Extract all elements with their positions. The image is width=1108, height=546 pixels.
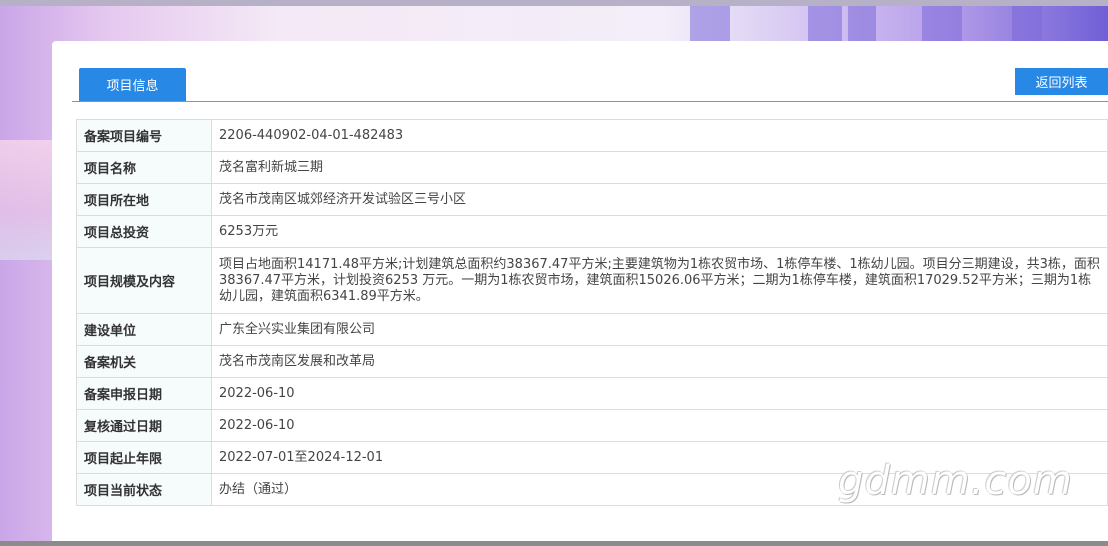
field-label: 备案项目编号 — [76, 119, 212, 152]
field-label: 项目起止年限 — [76, 441, 212, 474]
city-skyline-graphic — [1012, 6, 1042, 42]
field-value: 2022-06-10 — [211, 377, 1108, 410]
table-row: 项目规模及内容 项目占地面积14171.48平方米;计划建筑总面积约38367.… — [76, 247, 1108, 314]
city-skyline-graphic — [808, 6, 842, 42]
field-label: 项目规模及内容 — [76, 247, 212, 314]
field-label: 备案申报日期 — [76, 377, 212, 410]
city-skyline-graphic — [848, 6, 876, 42]
project-info-table: 备案项目编号 2206-440902-04-01-482483 项目名称 茂名富… — [76, 119, 1108, 506]
field-value: 茂名富利新城三期 — [211, 151, 1108, 184]
table-row: 备案申报日期 2022-06-10 — [76, 377, 1108, 410]
field-value: 2022-06-10 — [211, 409, 1108, 442]
field-value: 项目占地面积14171.48平方米;计划建筑总面积约38367.47平方米;主要… — [211, 247, 1108, 314]
table-row: 建设单位 广东全兴实业集团有限公司 — [76, 313, 1108, 346]
tab-project-info[interactable]: 项目信息 — [79, 68, 186, 101]
field-label: 备案机关 — [76, 345, 212, 378]
field-label: 项目总投资 — [76, 215, 212, 248]
banner-glow — [0, 140, 60, 260]
back-to-list-button[interactable]: 返回列表 — [1015, 68, 1108, 95]
table-row: 备案机关 茂名市茂南区发展和改革局 — [76, 345, 1108, 378]
field-value: 茂名市茂南区发展和改革局 — [211, 345, 1108, 378]
table-row: 项目总投资 6253万元 — [76, 215, 1108, 248]
table-row: 备案项目编号 2206-440902-04-01-482483 — [76, 119, 1108, 152]
tab-underline — [72, 101, 1108, 102]
field-value: 广东全兴实业集团有限公司 — [211, 313, 1108, 346]
field-value: 茂名市茂南区城郊经济开发试验区三号小区 — [211, 183, 1108, 216]
table-row: 项目名称 茂名富利新城三期 — [76, 151, 1108, 184]
bottom-bar — [0, 541, 1108, 546]
field-label: 项目当前状态 — [76, 473, 212, 506]
city-skyline-graphic — [690, 6, 730, 42]
table-row: 项目所在地 茂名市茂南区城郊经济开发试验区三号小区 — [76, 183, 1108, 216]
field-label: 项目所在地 — [76, 183, 212, 216]
field-value: 6253万元 — [211, 215, 1108, 248]
site-watermark: gdmm.com — [838, 458, 1073, 504]
field-label: 复核通过日期 — [76, 409, 212, 442]
field-label: 项目名称 — [76, 151, 212, 184]
field-label: 建设单位 — [76, 313, 212, 346]
table-row: 复核通过日期 2022-06-10 — [76, 409, 1108, 442]
field-value: 2206-440902-04-01-482483 — [211, 119, 1108, 152]
city-skyline-graphic — [922, 6, 962, 42]
